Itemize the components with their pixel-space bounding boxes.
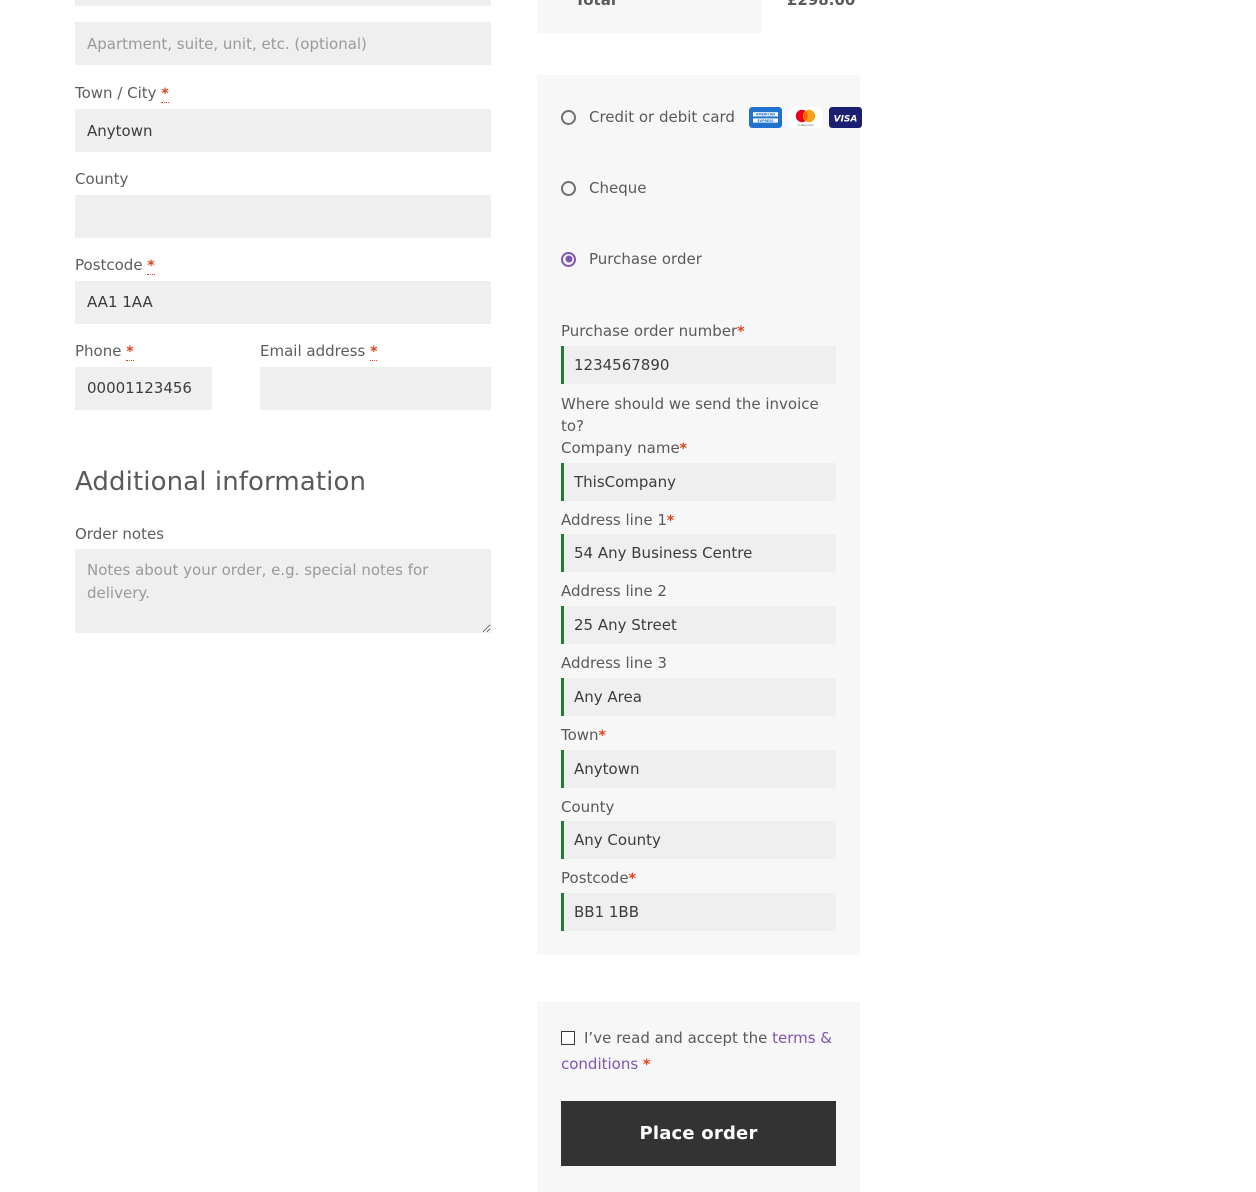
address-line-1-label: Address line 1* <box>561 510 836 532</box>
po-county-label: County <box>561 797 836 819</box>
field-town-city: Town / City * <box>75 82 491 152</box>
visa-card-icon: VISA <box>828 106 862 128</box>
total-amount-cell: £298.00 <box>762 0 860 33</box>
order-review-column: Total £298.00 Credit or debit card AMERI… <box>537 0 862 1192</box>
address-line-2-label: Address line 2 <box>561 581 836 603</box>
payment-method-label: Credit or debit card <box>589 108 735 126</box>
phone-input[interactable] <box>75 366 212 410</box>
required-marker: * <box>598 727 606 744</box>
company-name-label: Company name* <box>561 438 836 460</box>
email-label: Email address * <box>260 340 491 363</box>
total-label: Total <box>575 0 616 9</box>
address-line-1-input[interactable] <box>561 534 836 573</box>
required-marker: * <box>642 1056 651 1073</box>
phone-label-text: Phone <box>75 341 122 360</box>
phone-label: Phone * <box>75 340 212 363</box>
postcode-label: Postcode * <box>75 254 491 277</box>
email-input[interactable] <box>260 366 491 410</box>
additional-information-heading: Additional information <box>75 466 367 497</box>
address-line-3-input[interactable] <box>561 677 836 716</box>
field-email: Email address * <box>260 340 491 410</box>
field-postcode: Postcode * <box>75 254 491 324</box>
po-town-label: Town* <box>561 725 836 747</box>
county-label-text: County <box>75 170 129 188</box>
mastercard-card-icon: mastercard <box>788 106 822 128</box>
po-number-label-text: Purchase order number <box>561 322 738 340</box>
town-city-input[interactable] <box>75 109 491 152</box>
po-town-input[interactable] <box>561 749 836 788</box>
po-number-input[interactable] <box>561 345 836 384</box>
order-totals-table: Total £298.00 <box>537 0 860 33</box>
order-notes-label: Order notes <box>75 524 165 543</box>
company-name-label-text: Company name <box>561 438 680 457</box>
table-row-total: Total £298.00 <box>537 0 860 33</box>
radio-purchase-order-icon[interactable] <box>561 251 576 267</box>
phone-email-row: Phone * Email address * <box>75 340 491 410</box>
po-county-label-text: County <box>561 797 615 816</box>
terms-checkbox[interactable] <box>561 1031 575 1045</box>
field-phone: Phone * <box>75 340 212 410</box>
radio-cheque-icon[interactable] <box>561 180 576 196</box>
total-label-cell: Total <box>537 0 762 33</box>
svg-text:EXPRESS: EXPRESS <box>757 118 774 122</box>
accepted-card-icons: AMERICAN EXPRESS mastercard VISA <box>748 106 862 128</box>
required-marker: * <box>737 324 745 340</box>
svg-text:AMERICAN: AMERICAN <box>756 112 775 116</box>
invoice-destination-question: Where should we send the invoice to? <box>561 394 819 436</box>
po-town-label-text: Town <box>561 725 599 744</box>
place-order-button[interactable]: Place order <box>561 1101 836 1167</box>
field-county: County <box>75 168 491 238</box>
email-label-text: Email address <box>260 341 366 360</box>
town-city-label-text: Town / City <box>75 84 157 102</box>
required-marker: * <box>628 871 636 888</box>
required-marker: * <box>126 343 134 361</box>
address-line-3-label-text: Address line 3 <box>561 654 667 672</box>
po-postcode-label: Postcode* <box>561 868 836 890</box>
town-city-label: Town / City * <box>75 82 491 105</box>
order-notes-textarea[interactable] <box>75 549 491 633</box>
payment-method-label: Cheque <box>589 179 647 197</box>
terms-and-submit-box: I’ve read and accept the terms & conditi… <box>537 1002 860 1192</box>
amex-card-icon: AMERICAN EXPRESS <box>748 106 782 128</box>
county-input[interactable] <box>75 194 491 238</box>
payment-method-credit-debit-card[interactable]: Credit or debit card AMERICAN EXPRESS ma… <box>537 99 862 135</box>
required-marker: * <box>679 440 687 457</box>
svg-text:mastercard: mastercard <box>797 123 813 127</box>
po-postcode-label-text: Postcode <box>561 869 629 888</box>
apartment-input[interactable] <box>75 22 491 65</box>
purchase-order-form-panel: Purchase order number* Where should we s… <box>537 299 860 955</box>
field-apartment <box>75 22 491 65</box>
company-name-input[interactable] <box>561 462 836 501</box>
payment-method-cheque[interactable]: Cheque <box>537 170 860 206</box>
radio-credit-debit-card-icon[interactable] <box>561 109 576 125</box>
svg-text:VISA: VISA <box>834 114 858 124</box>
county-label: County <box>75 168 491 191</box>
total-amount: £298.00 <box>787 0 856 9</box>
postcode-input[interactable] <box>75 280 491 324</box>
postcode-label-text: Postcode <box>75 255 143 274</box>
po-number-label: Purchase order number* <box>561 321 836 343</box>
terms-acceptance-row[interactable]: I’ve read and accept the terms & conditi… <box>561 1026 836 1077</box>
address-line-1-label-text: Address line 1 <box>561 510 667 529</box>
address-line-2-input[interactable] <box>561 606 836 644</box>
address-line-3-label: Address line 3 <box>561 653 836 675</box>
terms-text-before: I’ve read and accept the <box>584 1029 768 1047</box>
required-marker: * <box>666 512 675 529</box>
billing-details-column: Town / City * County Postcode * Phone * … <box>75 0 491 633</box>
po-postcode-input[interactable] <box>561 893 836 931</box>
payment-method-label: Purchase order <box>589 250 702 268</box>
address-line-2-label-text: Address line 2 <box>561 582 667 601</box>
po-county-input[interactable] <box>561 821 836 860</box>
required-marker: * <box>370 343 378 361</box>
payment-methods-box: Credit or debit card AMERICAN EXPRESS ma… <box>537 75 862 299</box>
required-marker: * <box>147 257 155 275</box>
payment-method-purchase-order[interactable]: Purchase order <box>537 241 860 277</box>
required-marker: * <box>161 86 169 103</box>
field-order-notes: Order notes <box>75 523 491 633</box>
